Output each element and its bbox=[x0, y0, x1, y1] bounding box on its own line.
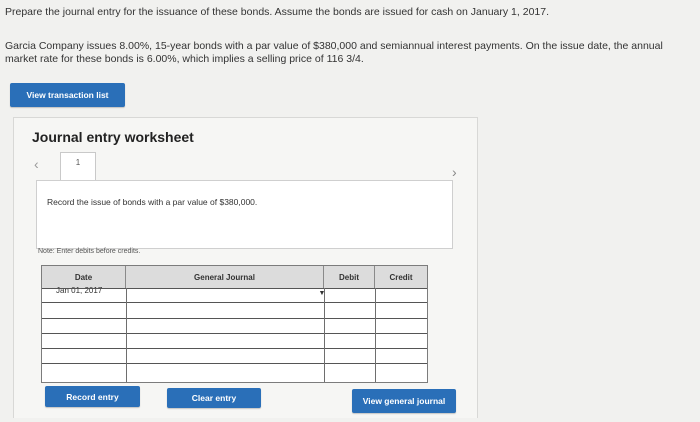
worksheet-title: Journal entry worksheet bbox=[32, 129, 194, 145]
view-general-journal-button[interactable]: View general journal bbox=[352, 389, 456, 413]
chevron-left-icon[interactable]: ‹ bbox=[34, 156, 39, 172]
worksheet-instruction: Record the issue of bonds with a par val… bbox=[47, 197, 258, 207]
header-date: Date bbox=[42, 266, 126, 288]
view-transaction-list-button[interactable]: View transaction list bbox=[10, 83, 125, 107]
header-credit: Credit bbox=[375, 266, 427, 288]
header-general-journal: General Journal bbox=[126, 266, 324, 288]
entry-note: Note: Enter debits before credits. bbox=[38, 248, 141, 255]
row-divider bbox=[42, 348, 427, 349]
row-divider bbox=[42, 302, 427, 303]
record-entry-button[interactable]: Record entry bbox=[45, 386, 140, 407]
journal-table: Date General Journal Debit Credit Jan 01… bbox=[41, 265, 428, 383]
question-instruction: Prepare the journal entry for the issuan… bbox=[5, 6, 550, 18]
row-divider bbox=[42, 318, 427, 319]
question-details: Garcia Company issues 8.00%, 15-year bon… bbox=[5, 40, 663, 65]
column-divider bbox=[375, 288, 376, 382]
column-divider bbox=[126, 288, 127, 382]
row-divider bbox=[42, 363, 427, 364]
column-divider bbox=[324, 288, 325, 382]
header-debit: Debit bbox=[324, 266, 375, 288]
row-divider bbox=[42, 333, 427, 334]
chevron-right-icon[interactable]: › bbox=[452, 164, 457, 180]
dropdown-arrow-icon[interactable]: ▼ bbox=[318, 289, 326, 299]
page-tab-1[interactable]: 1 bbox=[60, 152, 96, 181]
instruction-box: Record the issue of bonds with a par val… bbox=[36, 180, 453, 249]
row-divider bbox=[42, 288, 427, 289]
clear-entry-button[interactable]: Clear entry bbox=[167, 388, 261, 408]
